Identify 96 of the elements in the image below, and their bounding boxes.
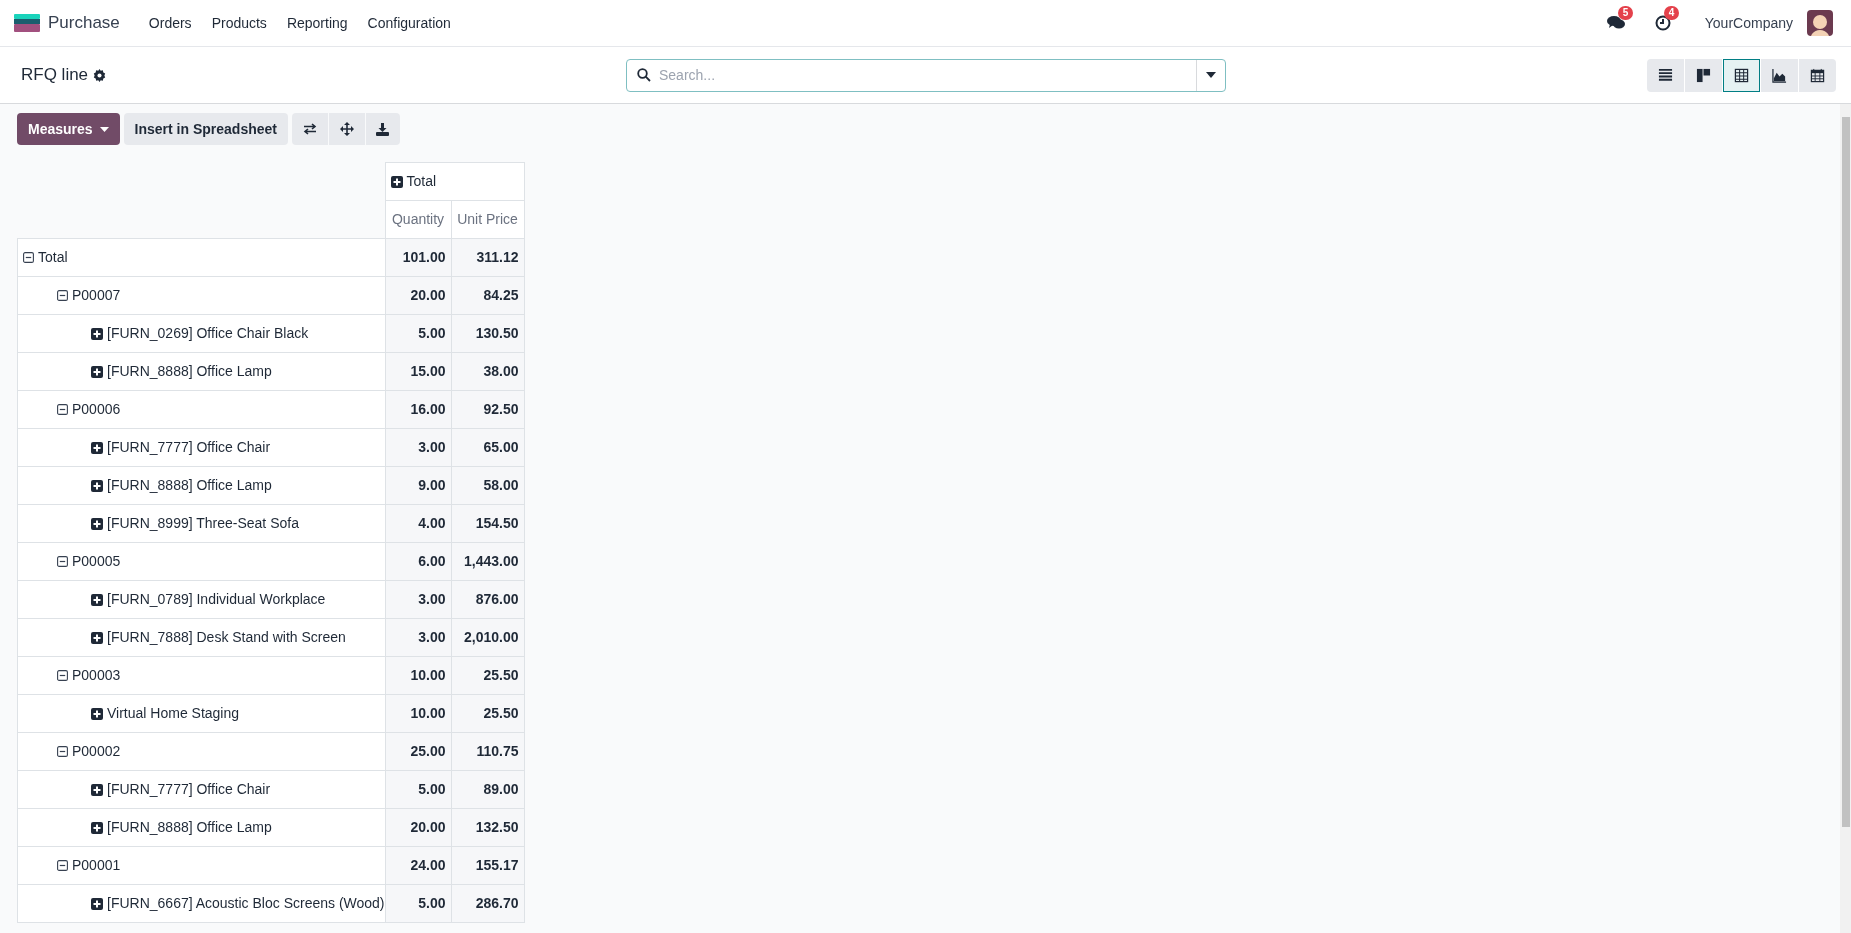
menu-item[interactable]: Configuration <box>358 12 460 34</box>
caret-icon <box>99 126 109 132</box>
notification-badge: 5 <box>1617 6 1634 20</box>
calendar-icon <box>1810 67 1825 83</box>
download-icon <box>376 122 390 136</box>
value-cell: 25.00 <box>385 732 452 771</box>
page-title: RFQ line <box>21 64 89 87</box>
row-header[interactable]: Total <box>17 238 386 277</box>
row-header[interactable]: P00001 <box>17 846 386 885</box>
value-cell: 311.12 <box>451 238 525 277</box>
row-header[interactable]: [FURN_8888] Office Lamp <box>17 808 386 847</box>
move-arrows-icon <box>340 122 354 136</box>
value-cell: 5.00 <box>385 314 452 353</box>
value-cell: 16.00 <box>385 390 452 429</box>
row-header[interactable]: [FURN_0789] Individual Workplace <box>17 580 386 619</box>
table-grid-icon <box>1734 67 1749 83</box>
value-cell: 4.00 <box>385 504 452 543</box>
value-cell: 20.00 <box>385 808 452 847</box>
insert-spreadsheet-button[interactable]: Insert in Spreadsheet <box>123 113 288 145</box>
value-cell: 132.50 <box>451 808 525 847</box>
row-header[interactable]: [FURN_7888] Desk Stand with Screen <box>17 618 386 657</box>
value-cell: 5.00 <box>385 770 452 809</box>
calendar-view-button[interactable] <box>1799 58 1836 92</box>
value-cell: 89.00 <box>451 770 525 809</box>
search-field[interactable]: Search... <box>659 64 1196 86</box>
company-name[interactable]: YourCompany <box>1704 12 1793 34</box>
swap-arrows-icon <box>303 123 317 135</box>
value-cell: 876.00 <box>451 580 525 619</box>
menu-item[interactable]: Reporting <box>277 12 357 34</box>
app-name[interactable]: Purchase <box>48 10 120 36</box>
value-cell: 6.00 <box>385 542 452 581</box>
kanban-icon <box>1696 67 1711 83</box>
value-cell: 15.00 <box>385 352 452 391</box>
pivot-view-button[interactable] <box>1723 58 1760 92</box>
measure-header[interactable]: Quantity <box>385 200 452 239</box>
value-cell: 10.00 <box>385 656 452 695</box>
value-cell: 5.00 <box>385 884 452 923</box>
value-cell: 155.17 <box>451 846 525 885</box>
menu-item[interactable]: Orders <box>139 12 201 34</box>
value-cell: 10.00 <box>385 694 452 733</box>
value-cell: 25.50 <box>451 694 525 733</box>
area-chart-icon <box>1772 67 1787 83</box>
value-cell: 38.00 <box>451 352 525 391</box>
measure-header[interactable]: Unit Price <box>451 200 525 239</box>
value-cell: 154.50 <box>451 504 525 543</box>
flip-axis-button[interactable] <box>292 113 328 145</box>
value-cell: 2,010.00 <box>451 618 525 657</box>
menu-item[interactable]: Products <box>202 12 276 34</box>
avatar-icon[interactable] <box>1807 10 1833 36</box>
download-button[interactable] <box>366 113 400 145</box>
graph-view-button[interactable] <box>1761 58 1798 92</box>
list-icon <box>1658 67 1673 83</box>
notification-badge: 4 <box>1663 6 1680 20</box>
search-icon <box>637 68 651 82</box>
value-cell: 3.00 <box>385 618 452 657</box>
value-cell: 286.70 <box>451 884 525 923</box>
row-header[interactable]: Virtual Home Staging <box>17 694 386 733</box>
row-header[interactable]: [FURN_7777] Office Chair <box>17 770 386 809</box>
kanban-view-button[interactable] <box>1685 58 1722 92</box>
caret-icon <box>1206 72 1216 78</box>
row-header[interactable]: [FURN_8888] Office Lamp <box>17 466 386 505</box>
value-cell: 101.00 <box>385 238 452 277</box>
value-cell: 58.00 <box>451 466 525 505</box>
value-cell: 84.25 <box>451 276 525 315</box>
row-header[interactable]: [FURN_6667] Acoustic Bloc Screens (Wood) <box>17 884 386 923</box>
value-cell: 1,443.00 <box>451 542 525 581</box>
value-cell: 3.00 <box>385 580 452 619</box>
value-cell: 110.75 <box>451 732 525 771</box>
column-header[interactable]: Total <box>385 162 525 201</box>
value-cell: 9.00 <box>385 466 452 505</box>
row-header[interactable]: P00007 <box>17 276 386 315</box>
row-header[interactable]: [FURN_8999] Three-Seat Sofa <box>17 504 386 543</box>
search-bar[interactable]: Search... <box>626 58 1226 92</box>
value-cell: 24.00 <box>385 846 452 885</box>
scrollbar[interactable] <box>1840 104 1851 933</box>
list-view-button[interactable] <box>1647 58 1684 92</box>
clock-icon[interactable] <box>1654 15 1671 31</box>
app-logo-icon[interactable] <box>14 14 40 32</box>
value-cell: 25.50 <box>451 656 525 695</box>
row-header[interactable]: P00002 <box>17 732 386 771</box>
settings-icon[interactable] <box>93 68 107 82</box>
row-header[interactable]: [FURN_0269] Office Chair Black <box>17 314 386 353</box>
row-header[interactable]: [FURN_7777] Office Chair <box>17 428 386 467</box>
row-header[interactable]: [FURN_8888] Office Lamp <box>17 352 386 391</box>
value-cell: 3.00 <box>385 428 452 467</box>
value-cell: 20.00 <box>385 276 452 315</box>
measures-button[interactable]: Measures <box>17 113 120 145</box>
value-cell: 130.50 <box>451 314 525 353</box>
chat-icon[interactable] <box>1606 15 1625 31</box>
value-cell: 65.00 <box>451 428 525 467</box>
row-header[interactable]: P00005 <box>17 542 386 581</box>
value-cell: 92.50 <box>451 390 525 429</box>
row-header[interactable]: P00003 <box>17 656 386 695</box>
expand-all-button[interactable] <box>329 113 365 145</box>
row-header[interactable]: P00006 <box>17 390 386 429</box>
header-label: Total <box>406 172 437 191</box>
